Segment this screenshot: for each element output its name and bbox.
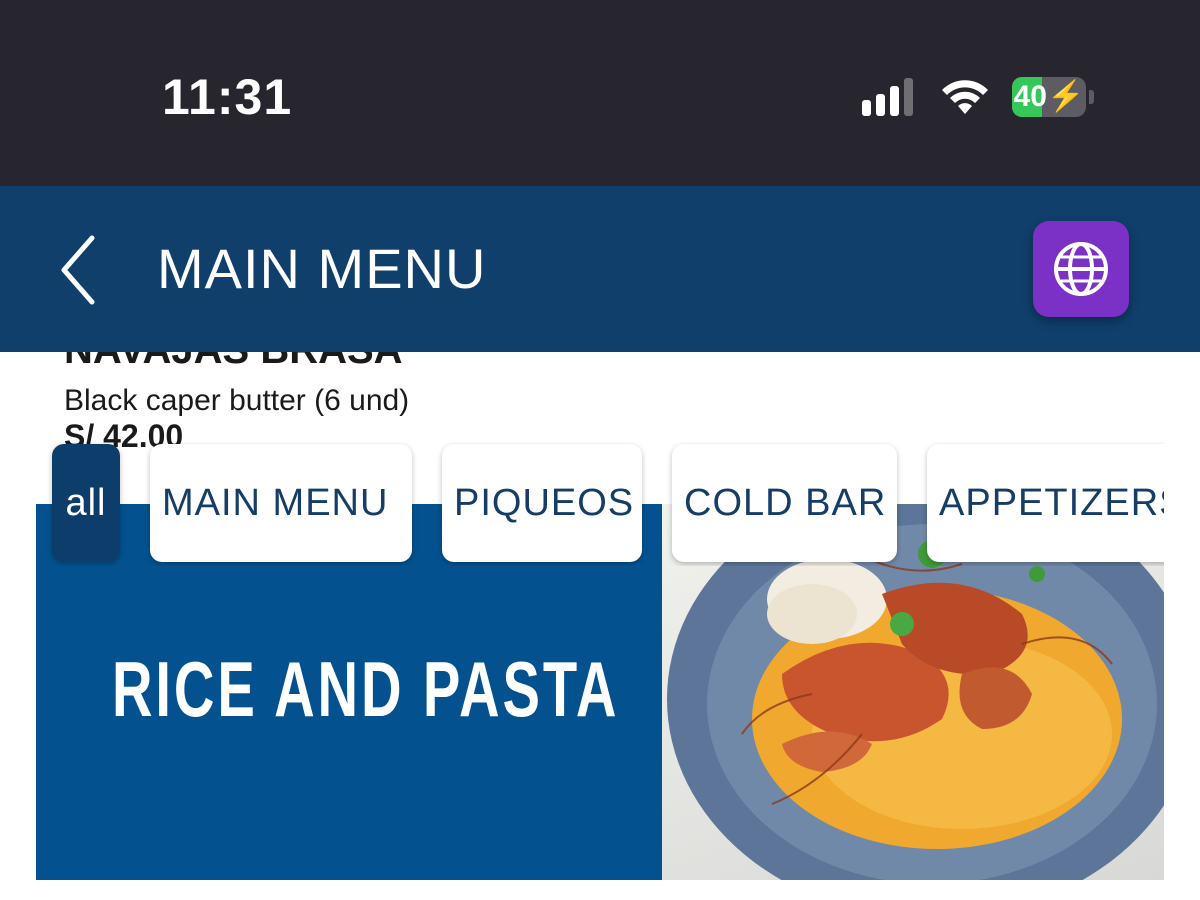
chevron-left-icon [61,235,95,305]
app-header: MAIN MENU [0,186,1200,352]
status-bar: 11:31 40⚡ [0,0,1200,186]
category-tabs: all MAIN MENU PIQUEOS COLD BAR APPETIZER… [0,442,1164,566]
banner-title: RICE AND PASTA [112,645,620,733]
category-chip-appetizers[interactable]: APPETIZERS [927,444,1164,562]
category-chip-main-menu[interactable]: MAIN MENU [150,444,412,562]
wifi-icon [942,80,988,114]
menu-item-description: Black caper butter (6 und) [64,384,410,417]
battery-icon: 40⚡ [1012,77,1096,119]
page-title: MAIN MENU [157,237,487,300]
category-chip-cold-bar[interactable]: COLD BAR [672,444,897,562]
back-button[interactable] [52,232,112,308]
category-chip-all[interactable]: all [52,444,120,562]
menu-content[interactable]: NAVAJAS BRASA Black caper butter (6 und)… [0,352,1200,900]
globe-icon [1054,242,1108,296]
language-button[interactable] [1033,221,1129,317]
category-chip-piqueos[interactable]: PIQUEOS [442,444,642,562]
menu-item-name: NAVAJAS BRASA [64,352,403,373]
signal-icon [862,78,913,116]
battery-level: 40⚡ [1013,80,1085,113]
status-time: 11:31 [162,69,293,125]
